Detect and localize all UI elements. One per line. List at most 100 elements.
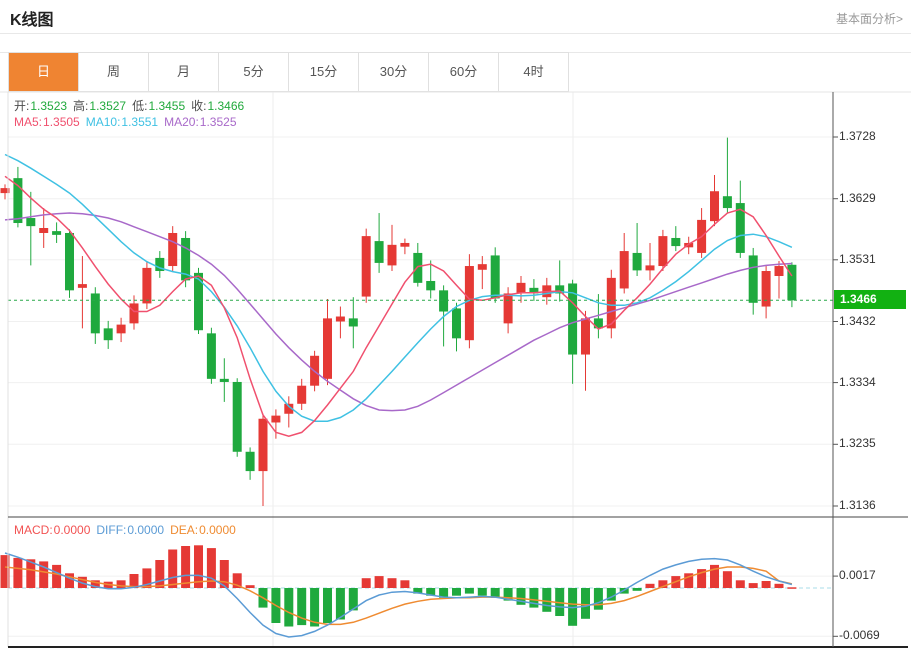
macd-bar bbox=[284, 588, 293, 627]
macd-bar bbox=[117, 580, 126, 588]
legend-value: 0.0000 bbox=[127, 523, 164, 537]
macd-bar bbox=[542, 588, 551, 612]
y-axis-label: 1.3728 bbox=[839, 129, 876, 143]
candle-body bbox=[413, 253, 422, 283]
macd-bar bbox=[594, 588, 603, 610]
candle-body bbox=[104, 328, 113, 340]
candle-body bbox=[39, 228, 48, 233]
macd-bar bbox=[168, 550, 177, 589]
kline-widget: K线图 基本面分析> 日周月5分15分30分60分4时 开:1.3523高:1.… bbox=[0, 0, 911, 652]
ma-legend: MA5:1.3505MA10:1.3551MA20:1.3525 bbox=[14, 115, 243, 129]
ma10-line bbox=[5, 155, 792, 422]
legend-value: 1.3466 bbox=[207, 99, 244, 113]
macd-bar bbox=[155, 560, 164, 588]
legend-label: 收: bbox=[191, 99, 206, 113]
candle-body bbox=[259, 419, 268, 471]
macd-legend: MACD:0.0000DIFF:0.0000DEA:0.0000 bbox=[14, 523, 242, 537]
candle-body bbox=[52, 231, 61, 235]
y-axis-label: 1.3629 bbox=[839, 191, 876, 205]
candle-body bbox=[246, 452, 255, 471]
macd-bar bbox=[465, 588, 474, 594]
y-axis-label: 1.3432 bbox=[839, 314, 876, 328]
y-axis-label: 0.0017 bbox=[839, 568, 876, 582]
candle-body bbox=[633, 253, 642, 270]
macd-bar bbox=[362, 578, 371, 588]
legend-value: 1.3525 bbox=[200, 115, 237, 129]
candle-body bbox=[762, 271, 771, 307]
legend-label: MA20: bbox=[164, 115, 199, 129]
macd-bar bbox=[749, 583, 758, 588]
y-axis-label: 1.3136 bbox=[839, 498, 876, 512]
legend-value: 1.3523 bbox=[30, 99, 67, 113]
legend-label: 高: bbox=[73, 99, 88, 113]
macd-bar bbox=[400, 580, 409, 588]
candle-body bbox=[620, 251, 629, 288]
macd-bar bbox=[375, 576, 384, 588]
candle-body bbox=[336, 317, 345, 322]
candle-body bbox=[388, 245, 397, 266]
candle-body bbox=[323, 318, 332, 378]
ohlc-legend: 开:1.3523 高:1.3527 低:1.3455 收:1.3466 bbox=[14, 97, 250, 114]
legend-label: MA10: bbox=[86, 115, 121, 129]
macd-bar bbox=[736, 580, 745, 588]
candle-body bbox=[233, 382, 242, 452]
macd-bar bbox=[13, 558, 22, 588]
legend-label: 低: bbox=[132, 99, 147, 113]
macd-bar bbox=[181, 546, 190, 588]
candle-body bbox=[207, 333, 216, 379]
macd-bar bbox=[646, 584, 655, 588]
candle-body bbox=[465, 266, 474, 340]
legend-value: 1.3455 bbox=[148, 99, 185, 113]
macd-bar bbox=[762, 581, 771, 588]
legend-value: 0.0000 bbox=[54, 523, 91, 537]
legend-value: 1.3527 bbox=[89, 99, 126, 113]
y-axis-label: -0.0069 bbox=[839, 628, 880, 642]
legend-label: DIFF: bbox=[96, 523, 126, 537]
candle-body bbox=[517, 283, 526, 294]
macd-bar bbox=[723, 571, 732, 588]
diff-line bbox=[5, 553, 792, 637]
candle-body bbox=[658, 236, 667, 266]
candle-body bbox=[723, 196, 732, 208]
macd-bar bbox=[452, 588, 461, 596]
macd-bar bbox=[581, 588, 590, 619]
candle-body bbox=[168, 233, 177, 266]
y-axis-label: 1.3531 bbox=[839, 252, 876, 266]
candle-body bbox=[710, 191, 719, 221]
legend-label: 开: bbox=[14, 99, 29, 113]
y-axis-label: 1.3334 bbox=[839, 375, 876, 389]
candle-body bbox=[646, 265, 655, 270]
legend-label: MACD: bbox=[14, 523, 53, 537]
candle-body bbox=[130, 303, 139, 323]
macd-bar bbox=[323, 588, 332, 623]
candle-body bbox=[491, 255, 500, 298]
candle-body bbox=[749, 255, 758, 302]
candle-body bbox=[504, 293, 513, 323]
candle-body bbox=[297, 386, 306, 404]
legend-value: 0.0000 bbox=[199, 523, 236, 537]
macd-bar bbox=[246, 585, 255, 588]
macd-bar bbox=[388, 578, 397, 588]
candle-body bbox=[142, 268, 151, 304]
legend-label: MA5: bbox=[14, 115, 42, 129]
candle-body bbox=[65, 233, 74, 290]
candle-body bbox=[426, 281, 435, 290]
candle-body bbox=[117, 325, 126, 334]
candle-body bbox=[91, 293, 100, 333]
candle-body bbox=[478, 264, 487, 270]
legend-label: DEA: bbox=[170, 523, 198, 537]
macd-bar bbox=[207, 548, 216, 588]
candle-body bbox=[671, 238, 680, 246]
y-axis-label: 1.3235 bbox=[839, 436, 876, 450]
candle-body bbox=[439, 290, 448, 311]
macd-bar bbox=[787, 587, 796, 589]
candle-body bbox=[375, 241, 384, 263]
candle-body bbox=[349, 318, 358, 326]
legend-value: 1.3505 bbox=[43, 115, 80, 129]
macd-bar bbox=[633, 588, 642, 591]
candle-body bbox=[400, 243, 409, 247]
last-price-badge: 1.3466 bbox=[834, 290, 906, 309]
candle-body bbox=[26, 218, 35, 226]
macd-bar bbox=[52, 565, 61, 588]
candle-body bbox=[362, 236, 371, 296]
